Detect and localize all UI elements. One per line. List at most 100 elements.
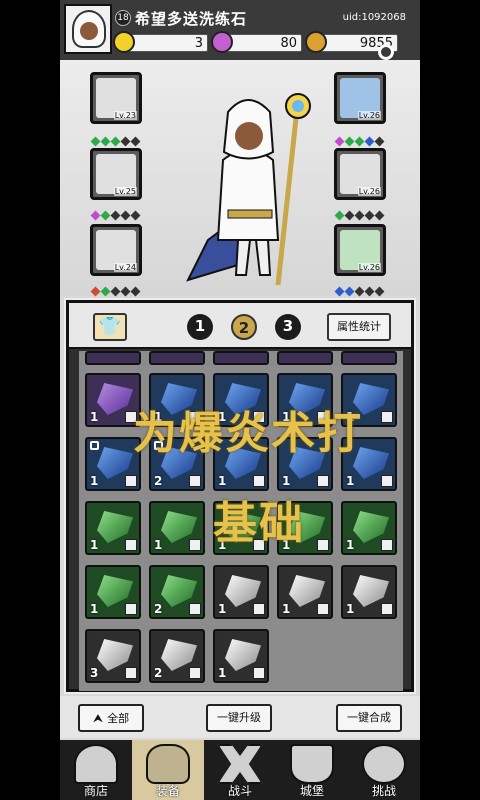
nav-battle-label: 战斗 (227, 784, 252, 798)
nav-equip[interactable]: 装备 (132, 740, 204, 800)
item-count: 1 (154, 538, 163, 552)
inventory-item[interactable]: 3 (85, 629, 141, 683)
attribute-stats-button[interactable]: 属性统计 (327, 313, 391, 341)
inventory-item[interactable]: 2 (149, 565, 205, 619)
filter-all-button[interactable]: ⮝ 全部 (78, 704, 144, 732)
hero-equipment-area: Lv.23 Lv.25 Lv.24 Lv.26 Lv.26 Lv.26 (60, 60, 420, 342)
nav-challenge[interactable]: 挑战 (348, 740, 420, 800)
equip-slot-armor[interactable]: Lv.25 (90, 148, 142, 200)
triangle-icon: ⮝ (92, 711, 104, 725)
inventory-item[interactable]: 1 (85, 565, 141, 619)
item-count: 1 (282, 602, 291, 616)
inventory-item[interactable]: 1 (213, 629, 269, 683)
item-count: 1 (90, 602, 99, 616)
item-type-icon (381, 475, 393, 487)
page-1-tab[interactable]: 1 (187, 314, 213, 340)
inventory-item[interactable]: 1 (341, 565, 397, 619)
gold-gem-icon (113, 31, 135, 53)
boots-gem-sockets (90, 286, 141, 297)
item-type-icon (125, 667, 137, 679)
inventory-item[interactable]: 1 (213, 565, 269, 619)
armor-gem-sockets (90, 210, 141, 221)
item-count: 1 (346, 602, 355, 616)
nav-shop[interactable]: 商店 (60, 740, 132, 800)
item-type-icon (189, 667, 201, 679)
necklace-level: Lv.26 (357, 263, 381, 272)
lock-icon (90, 441, 99, 450)
item-type-icon (125, 475, 137, 487)
item-type-icon (253, 475, 265, 487)
item-type-icon (189, 475, 201, 487)
item-type-icon (189, 539, 201, 551)
inventory-item-partial[interactable] (277, 351, 333, 365)
gold-resource[interactable]: 3 (113, 31, 208, 53)
nav-challenge-label: 挑战 (371, 784, 396, 798)
castle-icon (290, 744, 334, 784)
inventory-item-partial[interactable] (85, 351, 141, 365)
inventory-panel: 👕 1 2 3 属性统计 11111121111111112111321 为爆炎… (64, 298, 416, 694)
crossed-swords-icon (218, 744, 262, 784)
diamond-value: 80 (280, 36, 297, 51)
equip-slot-ring[interactable]: Lv.26 (334, 148, 386, 200)
coin-icon (305, 31, 327, 53)
inventory-item-partial[interactable] (149, 351, 205, 365)
nav-battle[interactable]: 战斗 (204, 740, 276, 800)
shop-icon (74, 744, 118, 784)
ring-level: Lv.26 (357, 187, 381, 196)
item-count: 1 (218, 602, 227, 616)
gloves-level: Lv.26 (357, 111, 381, 120)
item-count: 1 (90, 538, 99, 552)
item-type-icon (317, 603, 329, 615)
helmet-level: Lv.23 (113, 111, 137, 120)
top-bar: 18 希望多送洗练石 uid:1092068 3 80 9855 (60, 0, 420, 60)
helmet-gem-sockets (90, 136, 141, 147)
game-screen: 18 希望多送洗练石 uid:1092068 3 80 9855 Lv.23 L… (60, 0, 420, 800)
inventory-item-partial[interactable] (213, 351, 269, 365)
inventory-item[interactable]: 1 (341, 501, 397, 555)
item-type-icon (253, 603, 265, 615)
item-count: 1 (90, 474, 99, 488)
avatar-face (80, 22, 98, 40)
inventory-item[interactable]: 2 (149, 629, 205, 683)
filter-all-label: 全部 (107, 712, 130, 725)
item-count: 1 (346, 474, 355, 488)
item-type-icon (189, 603, 201, 615)
boots-level: Lv.24 (113, 263, 137, 272)
caption-line-2: 基础 (213, 498, 305, 549)
necklace-gem-sockets (334, 286, 385, 297)
bottom-navigation: 商店 装备 战斗 城堡 挑战 (60, 740, 420, 800)
equip-slot-necklace[interactable]: Lv.26 (334, 224, 386, 276)
inventory-item-partial[interactable] (341, 351, 397, 365)
gloves-gem-sockets (334, 136, 385, 147)
nav-castle[interactable]: 城堡 (276, 740, 348, 800)
shield-icon (362, 744, 406, 784)
one-click-upgrade-button[interactable]: 一键升级 (206, 704, 272, 732)
item-count: 2 (154, 666, 163, 680)
caption-line-1: 为爆炎术打 (133, 408, 363, 459)
action-bar: ⮝ 全部 一键升级 一键合成 (60, 696, 420, 738)
item-type-icon (253, 667, 265, 679)
user-id: uid:1092068 (342, 12, 406, 23)
avatar[interactable] (64, 4, 112, 54)
page-2-tab[interactable]: 2 (231, 314, 257, 340)
equip-slot-boots[interactable]: Lv.24 (90, 224, 142, 276)
page-3-tab[interactable]: 3 (275, 314, 301, 340)
item-type-icon (381, 603, 393, 615)
item-type-icon (381, 539, 393, 551)
shirt-filter-button[interactable]: 👕 (93, 313, 127, 341)
inventory-item[interactable]: 1 (85, 501, 141, 555)
item-type-icon (381, 411, 393, 423)
inventory-tabs: 👕 1 2 3 属性统计 (69, 303, 411, 349)
backpack-icon (146, 744, 190, 784)
diamond-resource[interactable]: 80 (211, 31, 302, 53)
equip-slot-helmet[interactable]: Lv.23 (90, 72, 142, 124)
item-count: 1 (282, 474, 291, 488)
equip-slot-gloves[interactable]: Lv.26 (334, 72, 386, 124)
item-count: 1 (218, 474, 227, 488)
armor-level: Lv.25 (113, 187, 137, 196)
gear-icon[interactable] (378, 44, 394, 60)
inventory-item[interactable]: 1 (277, 565, 333, 619)
inventory-item[interactable]: 1 (149, 501, 205, 555)
one-click-merge-button[interactable]: 一键合成 (336, 704, 402, 732)
hero-character[interactable] (178, 90, 318, 290)
